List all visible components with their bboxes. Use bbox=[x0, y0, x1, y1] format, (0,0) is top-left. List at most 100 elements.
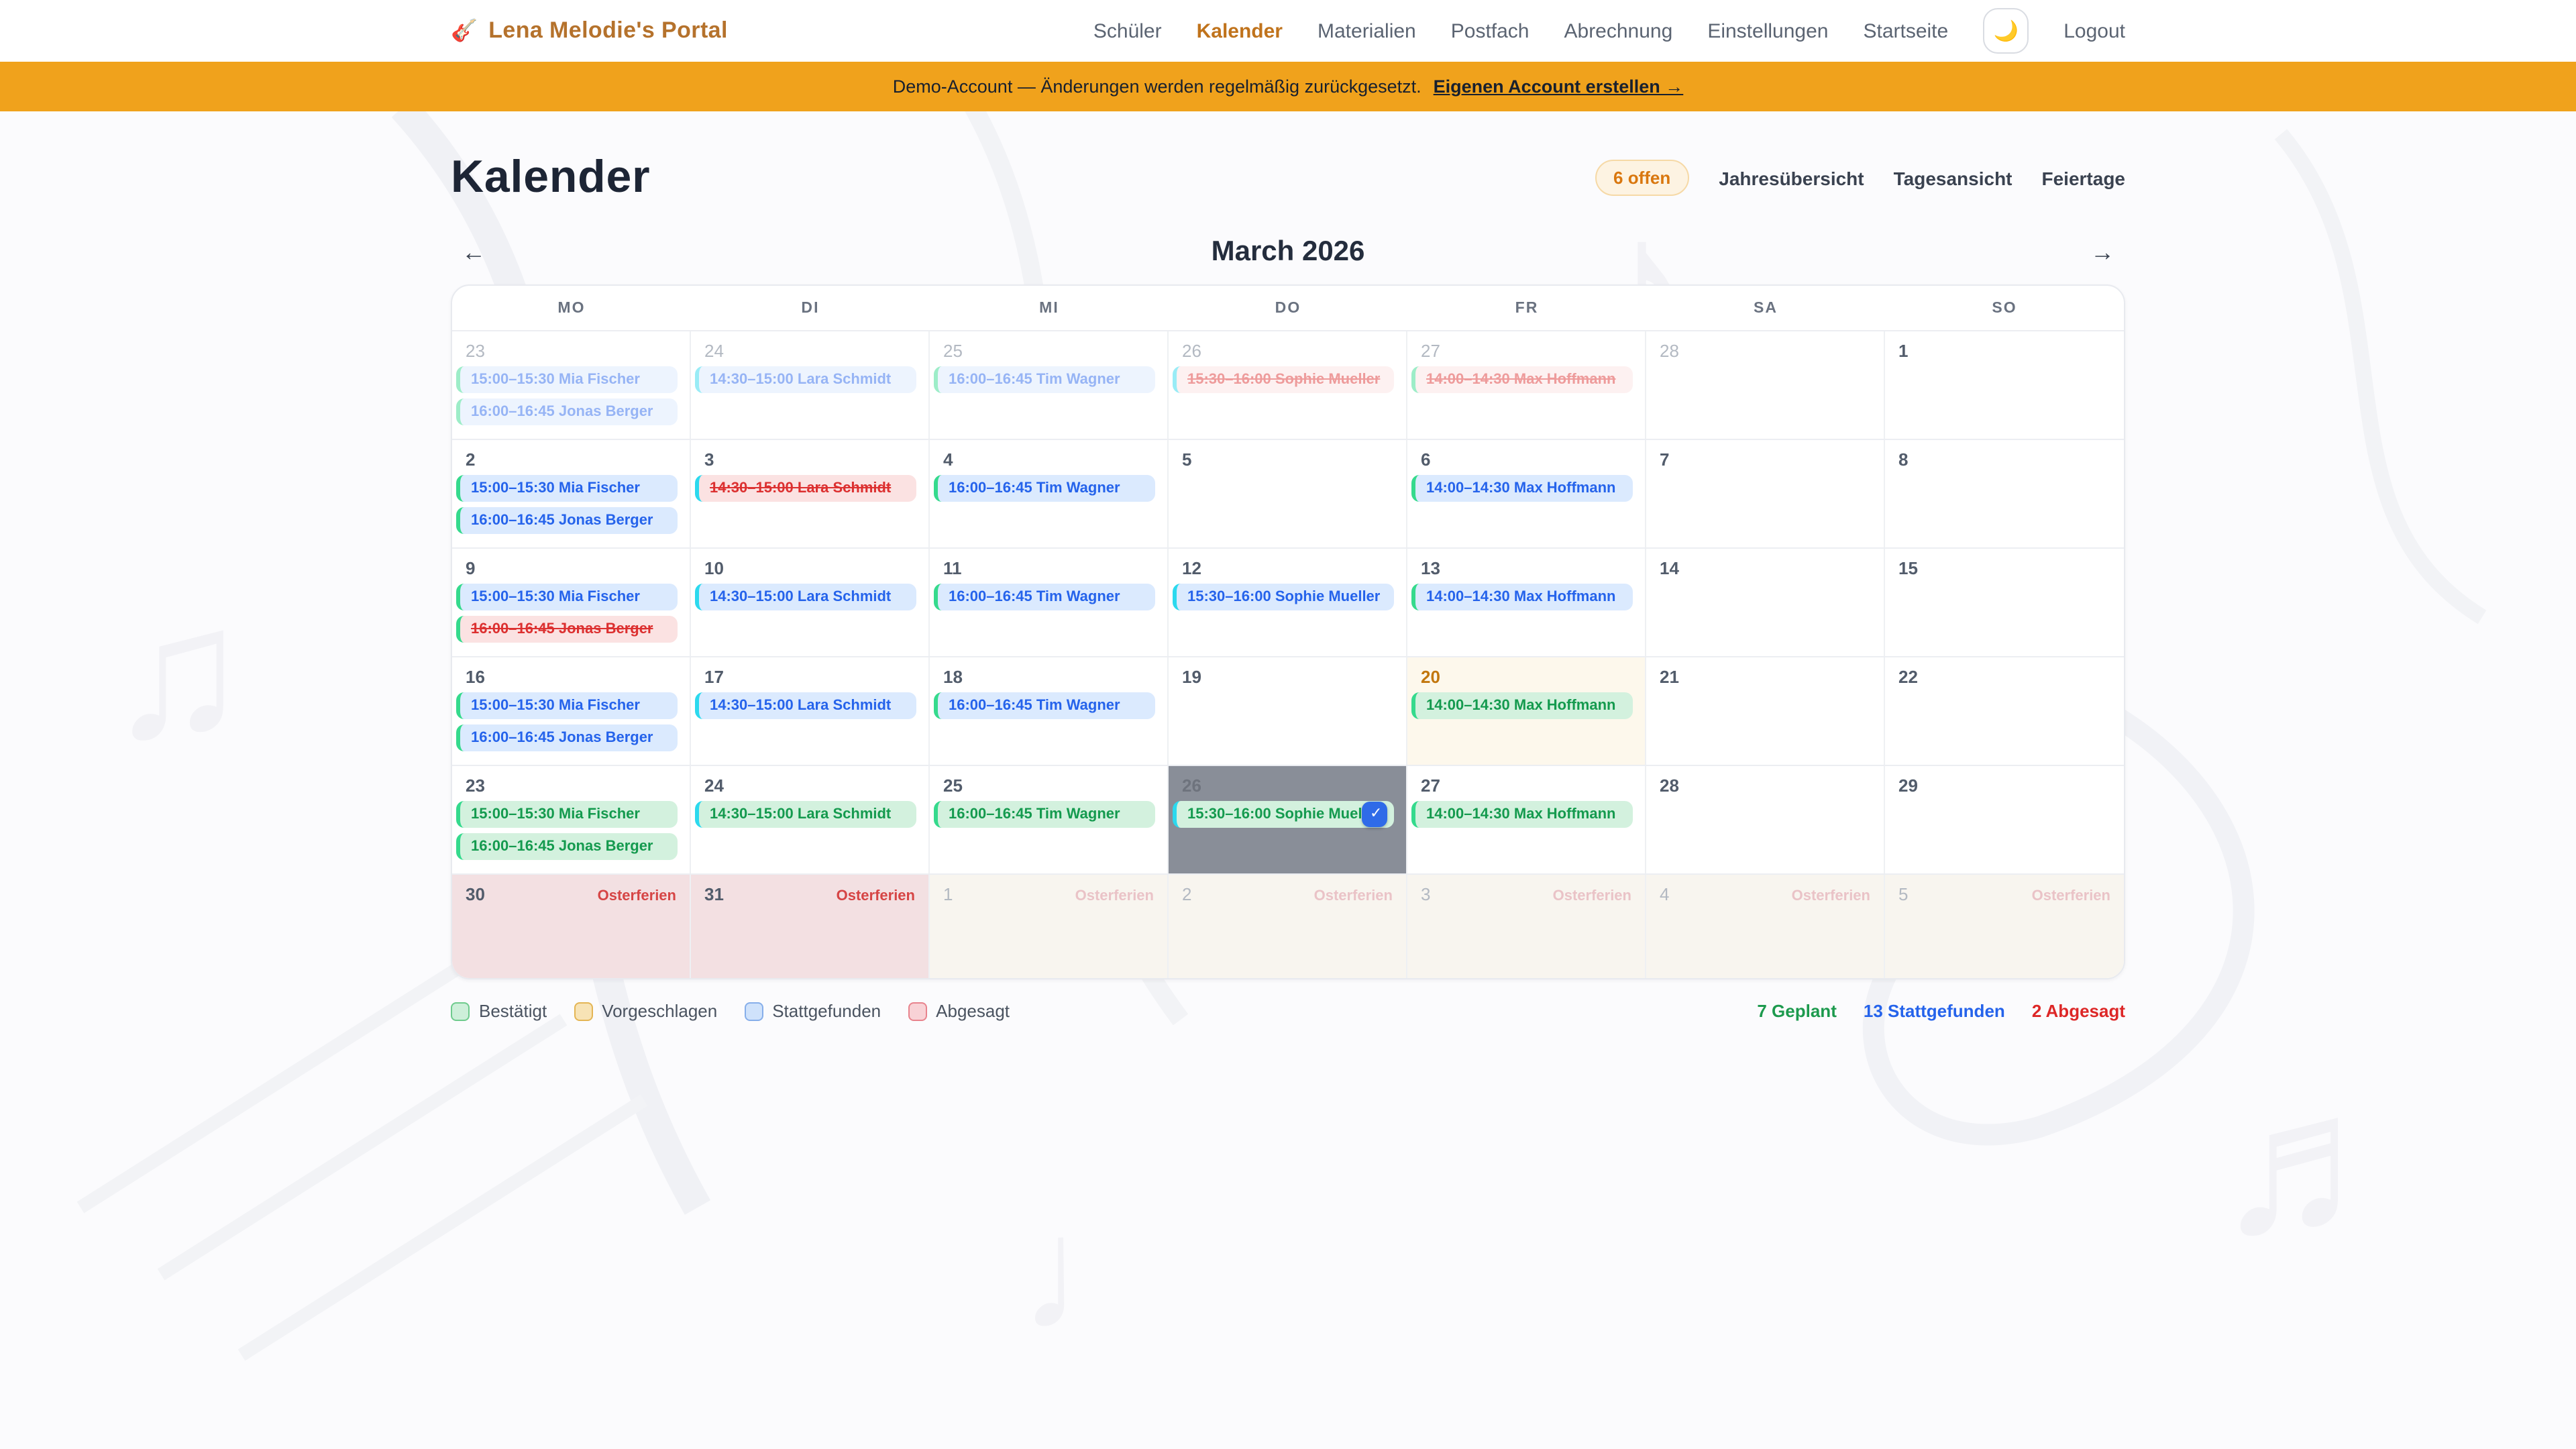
day-cell-18[interactable]: 1816:00–16:45 Tim Wagner bbox=[930, 657, 1169, 765]
event-pill-stattgefunden[interactable]: 16:00–16:45 Tim Wagner bbox=[934, 692, 1155, 719]
day-cell-2[interactable]: 215:00–15:30 Mia Fischer 16:00–16:45 Jona… bbox=[452, 440, 691, 547]
day-cell-15[interactable]: 15 bbox=[1885, 549, 2124, 656]
day-cell-27[interactable]: 2714:00–14:30 Max Hoffmann bbox=[1407, 766, 1646, 873]
day-number: 2 bbox=[1182, 884, 1191, 904]
day-cell-12[interactable]: 1215:30–16:00 Sophie Mueller bbox=[1169, 549, 1407, 656]
event-pill-bestaetigt[interactable]: 16:00–16:45 Tim Wagner bbox=[934, 801, 1155, 828]
theme-toggle-button[interactable]: 🌙 bbox=[1983, 8, 2029, 54]
event-pill-stattgefunden[interactable]: 16:00–16:45 Jonas Berger bbox=[456, 724, 678, 751]
event-pill-stattgefunden[interactable]: 14:30–15:00 Lara Schmidt bbox=[695, 366, 916, 393]
moon-icon: 🌙 bbox=[1994, 21, 2019, 41]
day-cell-27[interactable]: 2714:00–14:30 Max Hoffmann bbox=[1407, 331, 1646, 439]
view-link-jahresuebersicht[interactable]: Jahresübersicht bbox=[1719, 167, 1864, 189]
nav-item-postfach[interactable]: Postfach bbox=[1451, 19, 1529, 42]
event-pill-stattgefunden[interactable]: 16:00–16:45 Tim Wagner bbox=[934, 475, 1155, 502]
view-link-tagesansicht[interactable]: Tagesansicht bbox=[1894, 167, 2012, 189]
holiday-label: Osterferien bbox=[598, 888, 676, 904]
day-cell-26-selected[interactable]: 2615:30–16:00 Sophie Mueller✓ bbox=[1169, 766, 1407, 873]
day-cell-16[interactable]: 1615:00–15:30 Mia Fischer16:00–16:45 Jon… bbox=[452, 657, 691, 765]
create-account-link[interactable]: Eigenen Account erstellen → bbox=[1434, 76, 1684, 97]
event-pill-stattgefunden[interactable]: 15:00–15:30 Mia Fischer bbox=[456, 692, 678, 719]
day-cell-8[interactable]: 8 bbox=[1885, 440, 2124, 547]
day-cell-5[interactable]: 5 bbox=[1169, 440, 1407, 547]
next-month-button[interactable]: → bbox=[2080, 238, 2125, 266]
event-pill-bestaetigt[interactable]: 14:00–14:30 Max Hoffmann bbox=[1411, 692, 1633, 719]
day-number: 2 bbox=[452, 440, 690, 475]
day-cell-9[interactable]: 915:00–15:30 Mia Fischer16:00–16:45 Jona… bbox=[452, 549, 691, 656]
day-cell-1[interactable]: 1Osterferien bbox=[930, 875, 1169, 978]
event-pill-stattgefunden[interactable]: 14:00–14:30 Max Hoffmann bbox=[1411, 475, 1633, 502]
day-cell-25[interactable]: 2516:00–16:45 Tim Wagner bbox=[930, 331, 1169, 439]
day-cell-21[interactable]: 21 bbox=[1646, 657, 1885, 765]
nav-item-startseite[interactable]: Startseite bbox=[1863, 19, 1948, 42]
event-pill-abgesagt[interactable]: 15:30–16:00 Sophie Mueller bbox=[1173, 366, 1394, 393]
day-cell-11[interactable]: 1116:00–16:45 Tim Wagner bbox=[930, 549, 1169, 656]
app-logo[interactable]: 🎸 Lena Melodie's Portal bbox=[451, 17, 728, 44]
event-pill-abgesagt[interactable]: 16:00–16:45 Jonas Berger bbox=[456, 616, 678, 643]
day-cell-14[interactable]: 14 bbox=[1646, 549, 1885, 656]
day-cell-4[interactable]: 416:00–16:45 Tim Wagner bbox=[930, 440, 1169, 547]
day-cell-31[interactable]: 31Osterferien bbox=[691, 875, 930, 978]
confirm-check-button[interactable]: ✓ bbox=[1362, 802, 1387, 827]
event-pill-stattgefunden[interactable]: 14:30–15:00 Lara Schmidt bbox=[695, 692, 916, 719]
day-cell-3[interactable]: 3Osterferien bbox=[1407, 875, 1646, 978]
previous-month-button[interactable]: ← bbox=[451, 238, 496, 266]
event-pill-bestaetigt[interactable]: 15:30–16:00 Sophie Mueller bbox=[1173, 801, 1394, 828]
event-pill-bestaetigt[interactable]: 15:00–15:30 Mia Fischer bbox=[456, 801, 678, 828]
day-cell-26[interactable]: 2615:30–16:00 Sophie Mueller bbox=[1169, 331, 1407, 439]
event-pill-bestaetigt[interactable]: 14:30–15:00 Lara Schmidt bbox=[695, 801, 916, 828]
day-cell-17[interactable]: 1714:30–15:00 Lara Schmidt bbox=[691, 657, 930, 765]
day-cell-5[interactable]: 5Osterferien bbox=[1885, 875, 2124, 978]
day-cell-23[interactable]: 2315:00–15:30 Mia Fischer16:00–16:45 Jon… bbox=[452, 331, 691, 439]
event-pill-stattgefunden[interactable]: 15:00–15:30 Mia Fischer bbox=[456, 584, 678, 610]
event-pill-stattgefunden[interactable]: 16:00–16:45 Jonas Berger bbox=[456, 507, 678, 534]
day-cell-6[interactable]: 614:00–14:30 Max Hoffmann bbox=[1407, 440, 1646, 547]
week-row: 2315:00–15:30 Mia Fischer16:00–16:45 Jon… bbox=[452, 330, 2124, 439]
day-cell-1[interactable]: 1 bbox=[1885, 331, 2124, 439]
event-pill-abgesagt[interactable]: 14:30–15:00 Lara Schmidt bbox=[695, 475, 916, 502]
event-wrapper: 14:30–15:00 Lara Schmidt bbox=[691, 801, 928, 828]
nav-item-abrechnung[interactable]: Abrechnung bbox=[1564, 19, 1673, 42]
day-cell-23[interactable]: 2315:00–15:30 Mia Fischer16:00–16:45 Jon… bbox=[452, 766, 691, 873]
event-pill-stattgefunden[interactable]: 14:30–15:00 Lara Schmidt bbox=[695, 584, 916, 610]
open-count-badge[interactable]: 6 offen bbox=[1595, 160, 1689, 196]
event-pill-stattgefunden[interactable]: 15:00–15:30 Mia Fischer bbox=[456, 475, 678, 502]
day-cell-3[interactable]: 314:30–15:00 Lara Schmidt bbox=[691, 440, 930, 547]
day-cell-29[interactable]: 29 bbox=[1885, 766, 2124, 873]
nav-item-schler[interactable]: Schüler bbox=[1093, 19, 1162, 42]
day-cell-25[interactable]: 2516:00–16:45 Tim Wagner bbox=[930, 766, 1169, 873]
event-pill-stattgefunden[interactable]: 14:00–14:30 Max Hoffmann bbox=[1411, 584, 1633, 610]
event-pill-stattgefunden[interactable]: 16:00–16:45 Jonas Berger bbox=[456, 398, 678, 425]
day-cell-2[interactable]: 2Osterferien bbox=[1169, 875, 1407, 978]
day-cell-22[interactable]: 22 bbox=[1885, 657, 2124, 765]
day-cell-30[interactable]: 30Osterferien bbox=[452, 875, 691, 978]
month-navigation: ← March 2026 → bbox=[451, 236, 2125, 268]
event-pill-bestaetigt[interactable]: 16:00–16:45 Jonas Berger bbox=[456, 833, 678, 860]
event-pill-stattgefunden[interactable]: 15:00–15:30 Mia Fischer bbox=[456, 366, 678, 393]
nav-item-kalender[interactable]: Kalender bbox=[1197, 19, 1283, 42]
day-number: 20 bbox=[1407, 657, 1645, 692]
day-cell-4[interactable]: 4Osterferien bbox=[1646, 875, 1885, 978]
event-pill-abgesagt[interactable]: 14:00–14:30 Max Hoffmann bbox=[1411, 366, 1633, 393]
day-cell-19[interactable]: 19 bbox=[1169, 657, 1407, 765]
event-pill-stattgefunden[interactable]: 15:30–16:00 Sophie Mueller bbox=[1173, 584, 1394, 610]
view-switcher: 6 offen Jahresübersicht Tagesansicht Fei… bbox=[1595, 160, 2125, 196]
event-wrapper: 16:00–16:45 Tim Wagner bbox=[930, 584, 1167, 610]
day-cell-10[interactable]: 1014:30–15:00 Lara Schmidt bbox=[691, 549, 930, 656]
day-cell-28[interactable]: 28 bbox=[1646, 766, 1885, 873]
view-link-feiertage[interactable]: Feiertage bbox=[2042, 167, 2126, 189]
legend-swatch-stattgefunden bbox=[744, 1002, 763, 1020]
event-pill-stattgefunden[interactable]: 16:00–16:45 Tim Wagner bbox=[934, 584, 1155, 610]
event-pill-bestaetigt[interactable]: 14:00–14:30 Max Hoffmann bbox=[1411, 801, 1633, 828]
day-cell-20-today[interactable]: 2014:00–14:30 Max Hoffmann bbox=[1407, 657, 1646, 765]
event-pill-stattgefunden[interactable]: 16:00–16:45 Tim Wagner bbox=[934, 366, 1155, 393]
nav-item-einstellungen[interactable]: Einstellungen bbox=[1707, 19, 1828, 42]
day-cell-13[interactable]: 1314:00–14:30 Max Hoffmann bbox=[1407, 549, 1646, 656]
day-cell-28[interactable]: 28 bbox=[1646, 331, 1885, 439]
nav-item-materialien[interactable]: Materialien bbox=[1318, 19, 1416, 42]
day-cell-24[interactable]: 2414:30–15:00 Lara Schmidt bbox=[691, 331, 930, 439]
day-cell-7[interactable]: 7 bbox=[1646, 440, 1885, 547]
logout-link[interactable]: Logout bbox=[2063, 19, 2125, 42]
event-wrapper: 14:00–14:30 Max Hoffmann bbox=[1407, 475, 1645, 502]
day-cell-24[interactable]: 2414:30–15:00 Lara Schmidt bbox=[691, 766, 930, 873]
